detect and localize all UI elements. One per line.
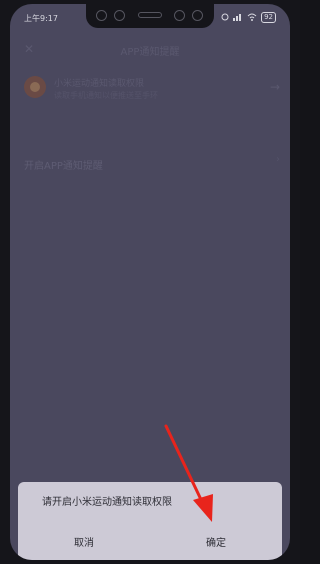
page-title: APP通知提醒 (120, 47, 180, 58)
speaker-icon (138, 12, 162, 18)
camera-notch (86, 4, 214, 28)
arrow-right-icon: → (269, 80, 280, 94)
wifi-icon (247, 13, 257, 23)
cancel-button[interactable]: 取消 (18, 524, 150, 560)
dialog-buttons: 取消 确定 (18, 524, 282, 560)
phone-frame: 上午9:17 92 ✕ APP通知提醒 小米运动通知读取权限 读取手机通知以便推… (0, 0, 300, 564)
app-avatar (24, 76, 46, 98)
battery-level: 92 (261, 12, 276, 23)
status-icons: 92 (221, 12, 276, 23)
alarm-icon (221, 13, 229, 23)
setting-label: 开启APP通知提醒 (24, 161, 103, 172)
app-permission-card[interactable]: 小米运动通知读取权限 读取手机通知以便推送至手环 → (24, 70, 280, 110)
setting-app-notification[interactable]: 开启APP通知提醒 › (24, 154, 280, 178)
dialog-message: 请开启小米运动通知读取权限 (42, 497, 172, 508)
screen: 上午9:17 92 ✕ APP通知提醒 小米运动通知读取权限 读取手机通知以便推… (10, 4, 290, 560)
app-card-title: 小米运动通知读取权限 (54, 79, 145, 89)
camera-icon (96, 10, 107, 21)
camera-icon (174, 10, 185, 21)
header: ✕ APP通知提醒 (10, 36, 290, 64)
status-time: 上午9:17 (24, 14, 58, 23)
status-bar: 上午9:17 92 (10, 4, 290, 30)
permission-dialog: 请开启小米运动通知读取权限 取消 确定 (18, 482, 282, 560)
sensor-icon (114, 10, 125, 21)
app-card-subtitle: 读取手机通知以便推送至手环 (54, 91, 158, 100)
confirm-button[interactable]: 确定 (150, 524, 282, 560)
sensor-icon (192, 10, 203, 21)
chevron-right-icon: › (276, 154, 280, 165)
signal-icon (233, 13, 243, 23)
